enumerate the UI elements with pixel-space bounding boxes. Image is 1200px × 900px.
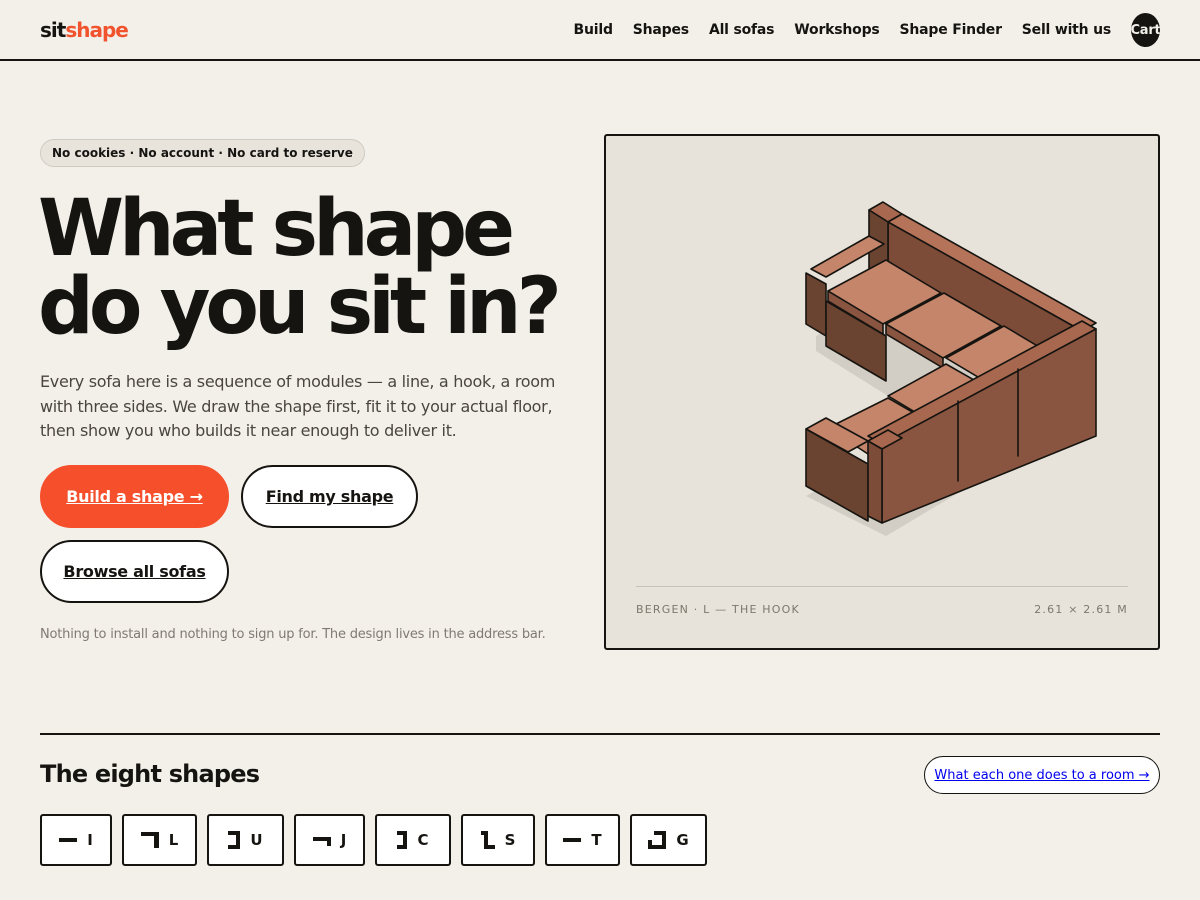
nav-build[interactable]: Build xyxy=(574,22,613,38)
shape-t-icon xyxy=(563,838,582,842)
logo-part-shape: shape xyxy=(65,18,129,42)
nav-workshops[interactable]: Workshops xyxy=(794,22,879,38)
hero-title: What shape do you sit in? xyxy=(38,190,598,346)
shapes-explainer-link[interactable]: What each one does to a room → xyxy=(924,756,1160,794)
preview-dimensions: 2.61 × 2.61 M xyxy=(1034,603,1128,616)
build-shape-button[interactable]: Build a shape → xyxy=(40,465,229,528)
nav-shapes[interactable]: Shapes xyxy=(633,22,689,38)
site-logo[interactable]: sitshape xyxy=(40,18,129,42)
hero-footnote: Nothing to install and nothing to sign u… xyxy=(40,627,546,642)
preview-model-name: BERGEN · L — THE HOOK xyxy=(636,603,800,616)
front-end-face xyxy=(867,440,883,524)
shape-chip-j[interactable]: J xyxy=(294,814,365,866)
shape-chip-label: T xyxy=(591,831,602,849)
shape-g-icon xyxy=(648,831,667,849)
sofa-preview: BERGEN · L — THE HOOK 2.61 × 2.61 M xyxy=(604,134,1160,650)
site-header: sitshape Build Shapes All sofas Workshop… xyxy=(0,0,1200,61)
shape-c-icon xyxy=(397,831,408,849)
shape-chip-label: S xyxy=(504,831,516,849)
preview-divider xyxy=(636,586,1128,587)
cart-button[interactable]: Cart xyxy=(1131,13,1160,47)
main-nav: Build Shapes All sofas Workshops Shape F… xyxy=(574,13,1160,47)
shape-chip-label: L xyxy=(168,831,179,849)
logo-part-sit: sit xyxy=(40,18,66,42)
shape-chip-label: G xyxy=(676,831,689,849)
shape-j-icon xyxy=(312,837,331,846)
shape-chip-label: J xyxy=(340,831,347,849)
shape-chip-c[interactable]: C xyxy=(375,814,451,866)
shapes-section-title: The eight shapes xyxy=(40,760,260,788)
shape-chip-g[interactable]: G xyxy=(630,814,707,866)
hero-description: Every sofa here is a sequence of modules… xyxy=(40,372,556,441)
shape-chip-label: U xyxy=(250,831,263,849)
sofa-illustration xyxy=(805,201,1097,536)
shape-l-icon xyxy=(140,832,159,848)
section-divider xyxy=(40,733,1160,735)
hero-title-line-2: do you sit in? xyxy=(38,262,562,352)
nav-shape-finder[interactable]: Shape Finder xyxy=(900,22,1002,38)
nav-all-sofas[interactable]: All sofas xyxy=(709,22,775,38)
shape-chip-l[interactable]: L xyxy=(122,814,197,866)
shape-u-icon xyxy=(228,831,241,849)
left-arm-face xyxy=(805,272,827,337)
shape-i-icon xyxy=(59,838,78,842)
browse-sofas-button[interactable]: Browse all sofas xyxy=(40,540,229,603)
shape-chip-s[interactable]: S xyxy=(461,814,535,866)
shape-chip-i[interactable]: I xyxy=(40,814,112,866)
find-shape-button[interactable]: Find my shape xyxy=(241,465,418,528)
shape-chip-label: C xyxy=(417,831,429,849)
shape-chip-t[interactable]: T xyxy=(545,814,620,866)
privacy-badge: No cookies · No account · No card to res… xyxy=(40,139,365,167)
shape-chip-label: I xyxy=(87,831,93,849)
shape-chip-u[interactable]: U xyxy=(207,814,284,866)
shape-s-icon xyxy=(480,831,495,849)
nav-sell-with-us[interactable]: Sell with us xyxy=(1022,22,1111,38)
hero-title-line-1: What shape xyxy=(38,184,515,274)
